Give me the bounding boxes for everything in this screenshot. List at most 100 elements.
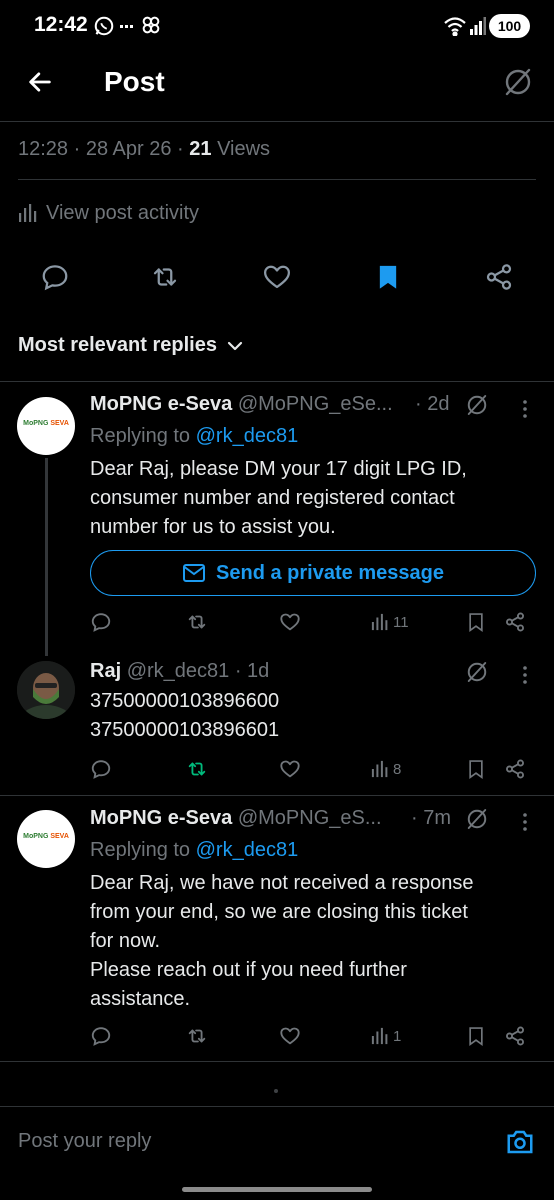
reply-divider — [0, 795, 554, 796]
like-icon[interactable] — [279, 758, 301, 780]
replying-to-link[interactable]: @rk_dec81 — [196, 839, 299, 861]
replying-prefix: Replying to — [90, 425, 191, 447]
whatsapp-icon — [93, 15, 115, 37]
repost-icon[interactable] — [186, 611, 208, 633]
status-time: 12:42 — [34, 13, 88, 36]
post-meta: 12:28 · 28 Apr 26 · 21 Views — [18, 138, 270, 161]
text-line: 37500000103896600 — [90, 690, 280, 712]
views-icon — [18, 204, 38, 222]
view-post-activity-label: View post activity — [46, 201, 200, 224]
views-count: 11 — [393, 614, 409, 631]
page-title: Post — [104, 66, 165, 97]
bookmark-icon[interactable] — [466, 611, 486, 633]
replying-prefix: Replying to — [90, 839, 191, 861]
reply-icon[interactable] — [90, 1025, 112, 1047]
display-name[interactable]: MoPNG e-Seva — [90, 807, 232, 829]
grok-icon[interactable] — [465, 393, 489, 417]
views-count: 1 — [393, 1028, 402, 1045]
bookmark-icon[interactable] — [374, 262, 402, 292]
reply-header: MoPNG e-Seva @MoPNG_eSe... — [90, 393, 393, 416]
pinwheel-icon — [140, 14, 162, 36]
text-line: consumer number and registered contact — [90, 487, 455, 509]
display-name[interactable]: MoPNG e-Seva — [90, 393, 232, 415]
send-private-message-label: Send a private message — [216, 561, 444, 584]
reply-header: MoPNG e-Seva @MoPNG_eS... — [90, 807, 382, 830]
text-line: from your end, so we are closing this ti… — [90, 901, 468, 923]
repost-icon[interactable] — [150, 262, 180, 292]
share-icon[interactable] — [504, 1025, 526, 1047]
mopng-seva-logo: MoPNG SEVA — [17, 420, 75, 427]
avatar[interactable]: MoPNG SEVA — [17, 810, 75, 868]
like-icon[interactable] — [262, 262, 292, 292]
more-options-icon[interactable] — [523, 666, 527, 684]
logo-text-right: SEVA — [50, 420, 69, 427]
post-time: 12:28 — [18, 138, 69, 160]
repost-icon[interactable] — [186, 1025, 208, 1047]
send-private-message-button[interactable]: Send a private message — [90, 550, 536, 596]
reply-age: · 7m — [411, 807, 451, 829]
views-count: 21 — [189, 138, 212, 160]
more-options-icon[interactable] — [523, 400, 527, 418]
views-count: 8 — [393, 761, 402, 778]
text-line: assistance. — [90, 988, 191, 1010]
replying-to-link[interactable]: @rk_dec81 — [196, 425, 299, 447]
like-icon[interactable] — [279, 611, 301, 633]
back-arrow-icon[interactable] — [26, 68, 54, 96]
text-line: Please reach out if you need further — [90, 959, 407, 981]
display-name[interactable]: Raj — [90, 660, 121, 682]
text-line: Dear Raj, please DM your 17 digit LPG ID… — [90, 458, 467, 480]
replying-to: Replying to @rk_dec81 — [90, 839, 298, 862]
signal-icon — [470, 17, 486, 35]
grok-icon[interactable] — [502, 66, 534, 98]
view-post-activity-link[interactable]: View post activity — [18, 200, 199, 226]
reply-icon[interactable] — [90, 758, 112, 780]
reply-icon[interactable] — [90, 611, 112, 633]
views-icon[interactable] — [371, 1027, 389, 1045]
meta-separator: · — [73, 138, 86, 160]
camera-icon[interactable] — [505, 1128, 535, 1156]
bookmark-icon[interactable] — [466, 758, 486, 780]
grok-icon[interactable] — [465, 660, 489, 684]
meta-divider — [18, 179, 536, 180]
share-icon[interactable] — [504, 758, 526, 780]
more-options-icon[interactable] — [523, 813, 527, 831]
reply-age: · 2d — [415, 393, 450, 415]
replies-divider — [0, 381, 554, 382]
share-icon[interactable] — [484, 262, 514, 292]
mail-icon — [182, 563, 206, 583]
text-line: Dear Raj, we have not received a respons… — [90, 872, 474, 894]
meta-separator: · — [177, 138, 190, 160]
repost-icon-active[interactable] — [186, 758, 208, 780]
notification-dots-icon — [120, 25, 134, 29]
like-icon[interactable] — [279, 1025, 301, 1047]
reply-text: Dear Raj, we have not received a respons… — [90, 869, 530, 1014]
thread-line — [45, 458, 48, 656]
status-bar: 12:42 100 — [0, 0, 554, 52]
reply-composer-input[interactable]: Post your reply — [18, 1130, 151, 1153]
post-date: 28 Apr 26 — [85, 138, 172, 160]
loading-dot — [274, 1089, 278, 1093]
avatar[interactable] — [17, 661, 75, 719]
avatar[interactable]: MoPNG SEVA — [17, 397, 75, 455]
logo-text-right: SEVA — [50, 833, 69, 840]
reply-icon[interactable] — [40, 262, 70, 292]
grok-icon[interactable] — [465, 807, 489, 831]
views-icon[interactable] — [371, 760, 389, 778]
logo-text-left: MoPNG — [23, 420, 49, 427]
text-line: number for us to assist you. — [90, 516, 336, 538]
reply-age: · 1d — [234, 660, 270, 682]
sort-replies-dropdown[interactable]: Most relevant replies — [18, 334, 243, 357]
views-icon[interactable] — [371, 613, 389, 631]
home-indicator[interactable] — [182, 1187, 372, 1192]
share-icon[interactable] — [504, 611, 526, 633]
sort-replies-label: Most relevant replies — [18, 334, 217, 356]
wifi-icon — [443, 16, 467, 36]
mopng-seva-logo: MoPNG SEVA — [17, 833, 75, 840]
views-label: Views — [217, 138, 271, 160]
text-line: 37500000103896601 — [90, 719, 280, 741]
composer-divider — [0, 1106, 554, 1107]
handle: @MoPNG_eS... — [237, 807, 382, 829]
bookmark-icon[interactable] — [466, 1025, 486, 1047]
logo-text-left: MoPNG — [23, 833, 49, 840]
replying-to: Replying to @rk_dec81 — [90, 425, 298, 448]
